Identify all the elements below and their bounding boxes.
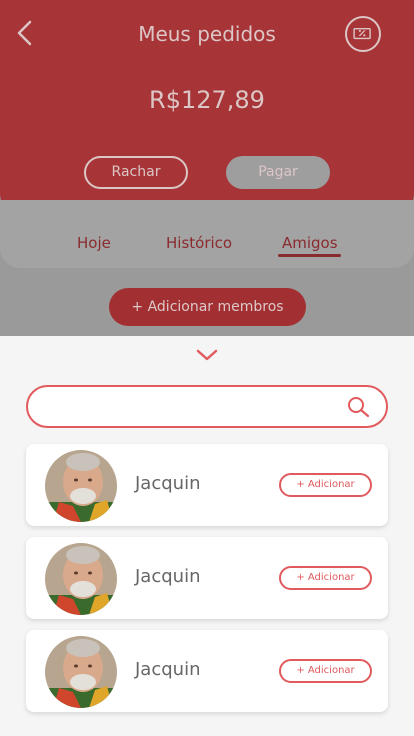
add-members-button[interactable]: + Adicionar membros — [109, 288, 306, 326]
friend-name: Jacquin — [135, 566, 201, 587]
add-friend-button[interactable]: + Adicionar — [279, 473, 372, 497]
tab-friends[interactable]: Amigos — [282, 234, 338, 252]
tab-bar: Hoje Histórico Amigos — [0, 200, 414, 268]
header: Meus pedidos R$127,89 Rachar Pagar — [0, 0, 414, 214]
friend-card: Jacquin + Adicionar — [26, 630, 388, 712]
friend-name: Jacquin — [135, 659, 201, 680]
background-screen: Meus pedidos R$127,89 Rachar Pagar Hoje … — [0, 0, 414, 336]
pay-button[interactable]: Pagar — [226, 156, 330, 189]
friend-card: Jacquin + Adicionar — [26, 537, 388, 619]
avatar — [45, 543, 117, 615]
avatar — [45, 636, 117, 708]
add-friends-sheet: Jacquin + Adicionar Jacquin + Adicionar — [0, 336, 414, 736]
search-input[interactable] — [26, 385, 388, 428]
tab-history[interactable]: Histórico — [166, 234, 232, 252]
split-button[interactable]: Rachar — [84, 156, 188, 189]
order-total: R$127,89 — [149, 86, 265, 114]
avatar — [45, 450, 117, 522]
coupon-icon[interactable] — [345, 16, 381, 52]
active-tab-indicator — [278, 254, 341, 257]
friend-card: Jacquin + Adicionar — [26, 444, 388, 526]
search-icon[interactable] — [346, 396, 370, 418]
friend-name: Jacquin — [135, 473, 201, 494]
add-friend-button[interactable]: + Adicionar — [279, 566, 372, 590]
chevron-down-icon[interactable] — [196, 348, 218, 362]
add-friend-button[interactable]: + Adicionar — [279, 659, 372, 683]
tab-today[interactable]: Hoje — [77, 234, 111, 252]
